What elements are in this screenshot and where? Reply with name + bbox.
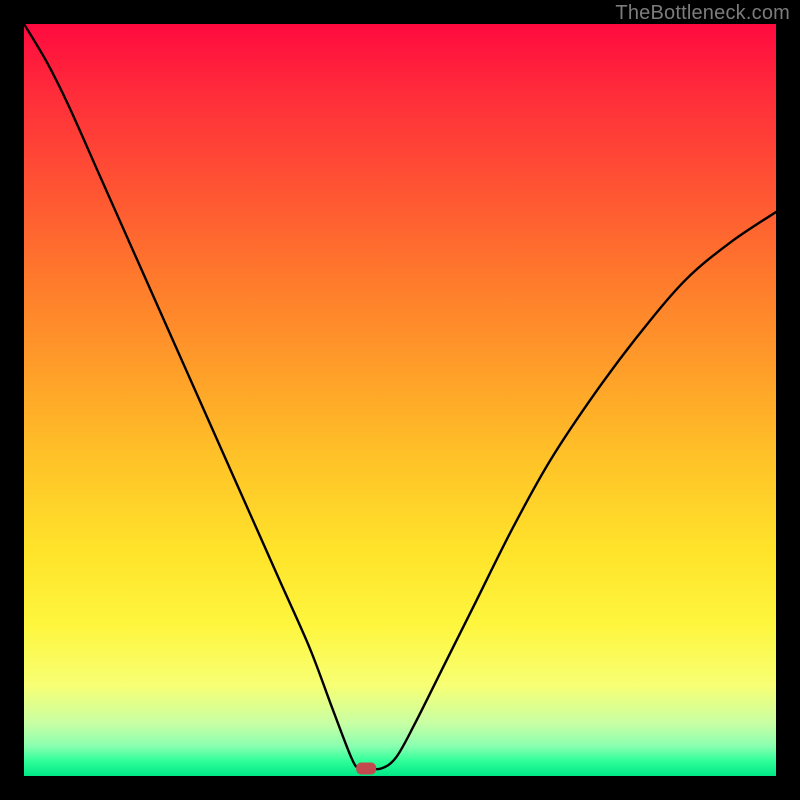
watermark-text: TheBottleneck.com bbox=[615, 2, 790, 25]
curve-svg bbox=[24, 24, 776, 776]
plot-area bbox=[24, 24, 776, 776]
bottleneck-curve bbox=[24, 24, 776, 769]
minimum-marker bbox=[356, 762, 376, 774]
chart-frame: TheBottleneck.com bbox=[0, 0, 800, 800]
